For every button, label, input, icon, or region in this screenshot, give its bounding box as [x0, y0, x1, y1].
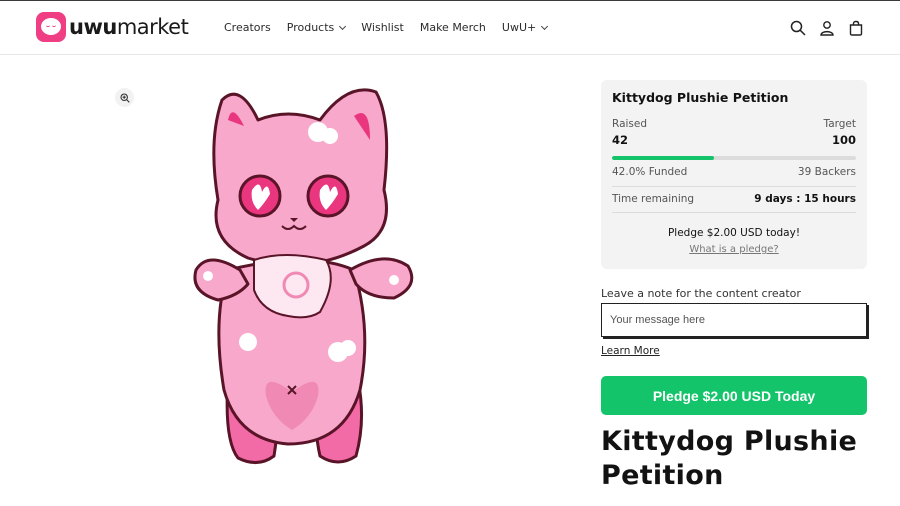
- backers-count: 39 Backers: [797, 166, 856, 178]
- cart-icon[interactable]: [848, 20, 864, 36]
- site-logo[interactable]: uwumarket: [36, 12, 189, 42]
- time-remaining-label: Time remaining: [612, 193, 695, 205]
- divider: [612, 186, 856, 187]
- chevron-down-icon: [339, 22, 347, 30]
- raised-value: 42: [612, 133, 629, 147]
- note-field-wrapper: [601, 303, 867, 337]
- zoom-icon: [119, 92, 130, 103]
- product-image[interactable]: [188, 80, 422, 466]
- main-nav: Creators Products Wishlist Make Merch Uw…: [224, 21, 563, 34]
- chevron-down-icon: [541, 22, 549, 30]
- time-remaining-value: 9 days : 15 hours: [754, 193, 856, 205]
- campaign-title: Kittydog Plushie Petition: [612, 90, 789, 105]
- pledge-today-text: Pledge $2.00 USD today!: [667, 227, 801, 239]
- search-icon[interactable]: [790, 20, 806, 36]
- funding-progress-bar: [612, 156, 856, 160]
- note-input[interactable]: [602, 304, 866, 336]
- nav-item-wishlist[interactable]: Wishlist: [361, 21, 404, 34]
- funding-stats: 42.0% Funded 39 Backers: [612, 166, 856, 178]
- nav-item-products[interactable]: Products: [287, 21, 347, 34]
- pledge-button[interactable]: Pledge $2.00 USD Today: [601, 376, 867, 415]
- pledge-summary-card: Kittydog Plushie Petition Raised Target …: [601, 80, 867, 269]
- raised-label: Raised: [612, 118, 648, 130]
- target-label: Target: [823, 118, 856, 130]
- time-remaining-row: Time remaining 9 days : 15 hours: [612, 193, 856, 205]
- nav-item-creators[interactable]: Creators: [224, 21, 271, 34]
- zoom-button[interactable]: [115, 88, 134, 107]
- learn-more-link[interactable]: Learn More: [601, 345, 660, 357]
- raised-target-values: 42 100: [612, 133, 856, 147]
- product-title: Kittydog Plushie Petition: [601, 426, 858, 491]
- site-header: uwumarket Creators Products Wishlist Mak…: [0, 1, 900, 55]
- raised-target-labels: Raised Target: [612, 118, 856, 130]
- note-label: Leave a note for the content creator: [601, 287, 801, 300]
- target-value: 100: [831, 133, 856, 147]
- funded-percent: 42.0% Funded: [612, 166, 688, 178]
- logo-text: uwumarket: [69, 15, 189, 39]
- divider: [612, 212, 856, 213]
- nav-item-uwu-plus[interactable]: UwU+: [502, 21, 549, 34]
- funding-progress-fill: [612, 156, 715, 160]
- header-actions: [777, 20, 864, 36]
- what-is-pledge-link[interactable]: What is a pledge?: [612, 244, 856, 255]
- logo-icon: [36, 12, 66, 42]
- nav-item-make-merch[interactable]: Make Merch: [420, 21, 486, 34]
- account-icon[interactable]: [819, 20, 835, 36]
